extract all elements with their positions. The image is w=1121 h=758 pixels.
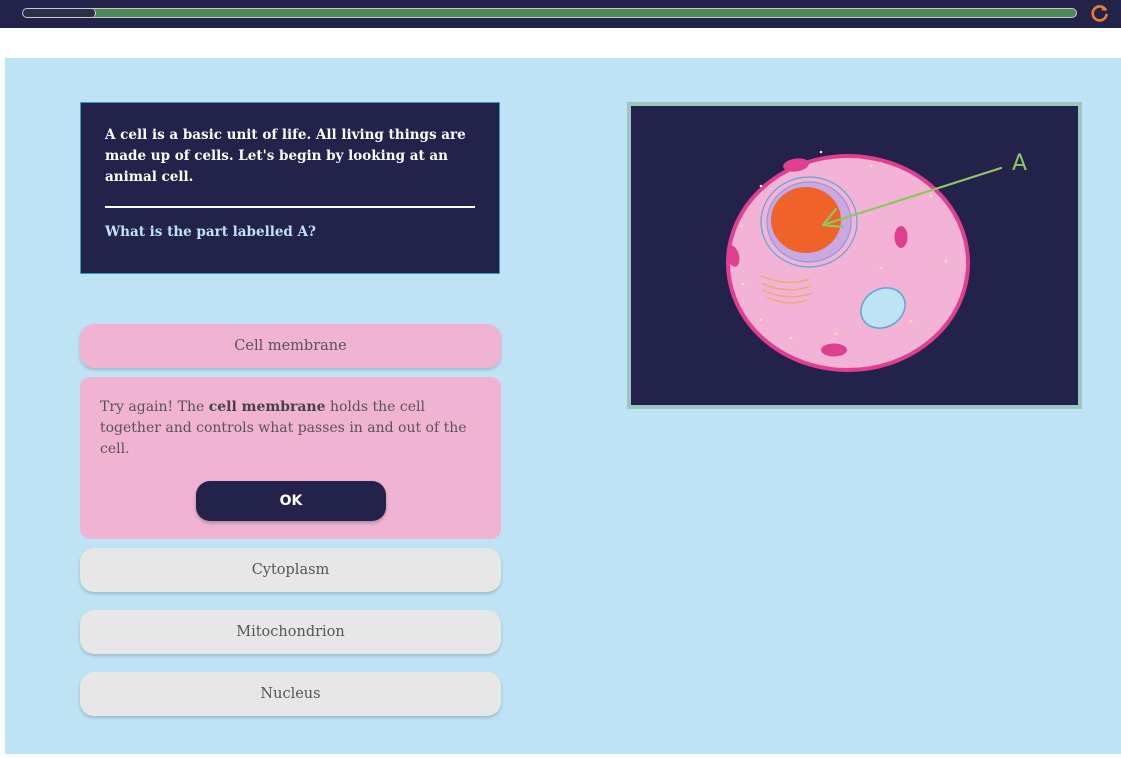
feedback-text: Try again! The cell membrane holds the c… xyxy=(100,399,467,457)
progress-bar xyxy=(22,8,1077,18)
cell-diagram-frame: A xyxy=(627,102,1082,409)
ok-button[interactable]: OK xyxy=(196,481,386,521)
feedback-panel: Try again! The cell membrane holds the c… xyxy=(80,377,501,539)
progress-bar-fill xyxy=(23,9,96,17)
diagram-label-a: A xyxy=(1012,151,1028,176)
option-cell-membrane[interactable]: Cell membrane xyxy=(80,324,501,368)
question-divider xyxy=(105,206,475,208)
cell-membrane-shape xyxy=(726,154,970,372)
organelle-bottom xyxy=(821,343,847,357)
option-cytoplasm[interactable]: Cytoplasm xyxy=(80,548,501,592)
animal-cell-illustration xyxy=(726,150,1003,372)
refresh-icon[interactable] xyxy=(1089,2,1111,24)
feedback-term: cell membrane xyxy=(208,399,326,415)
nucleus-shape xyxy=(771,187,841,253)
cell-diagram: A xyxy=(631,106,1078,405)
organelle-right xyxy=(894,226,908,248)
question-prompt: What is the part labelled A? xyxy=(105,224,316,240)
option-nucleus[interactable]: Nucleus xyxy=(80,672,501,716)
option-mitochondrion[interactable]: Mitochondrion xyxy=(80,610,501,654)
question-card: A cell is a basic unit of life. All livi… xyxy=(80,102,500,274)
question-intro: A cell is a basic unit of life. All livi… xyxy=(105,127,466,185)
top-bar xyxy=(0,0,1121,28)
